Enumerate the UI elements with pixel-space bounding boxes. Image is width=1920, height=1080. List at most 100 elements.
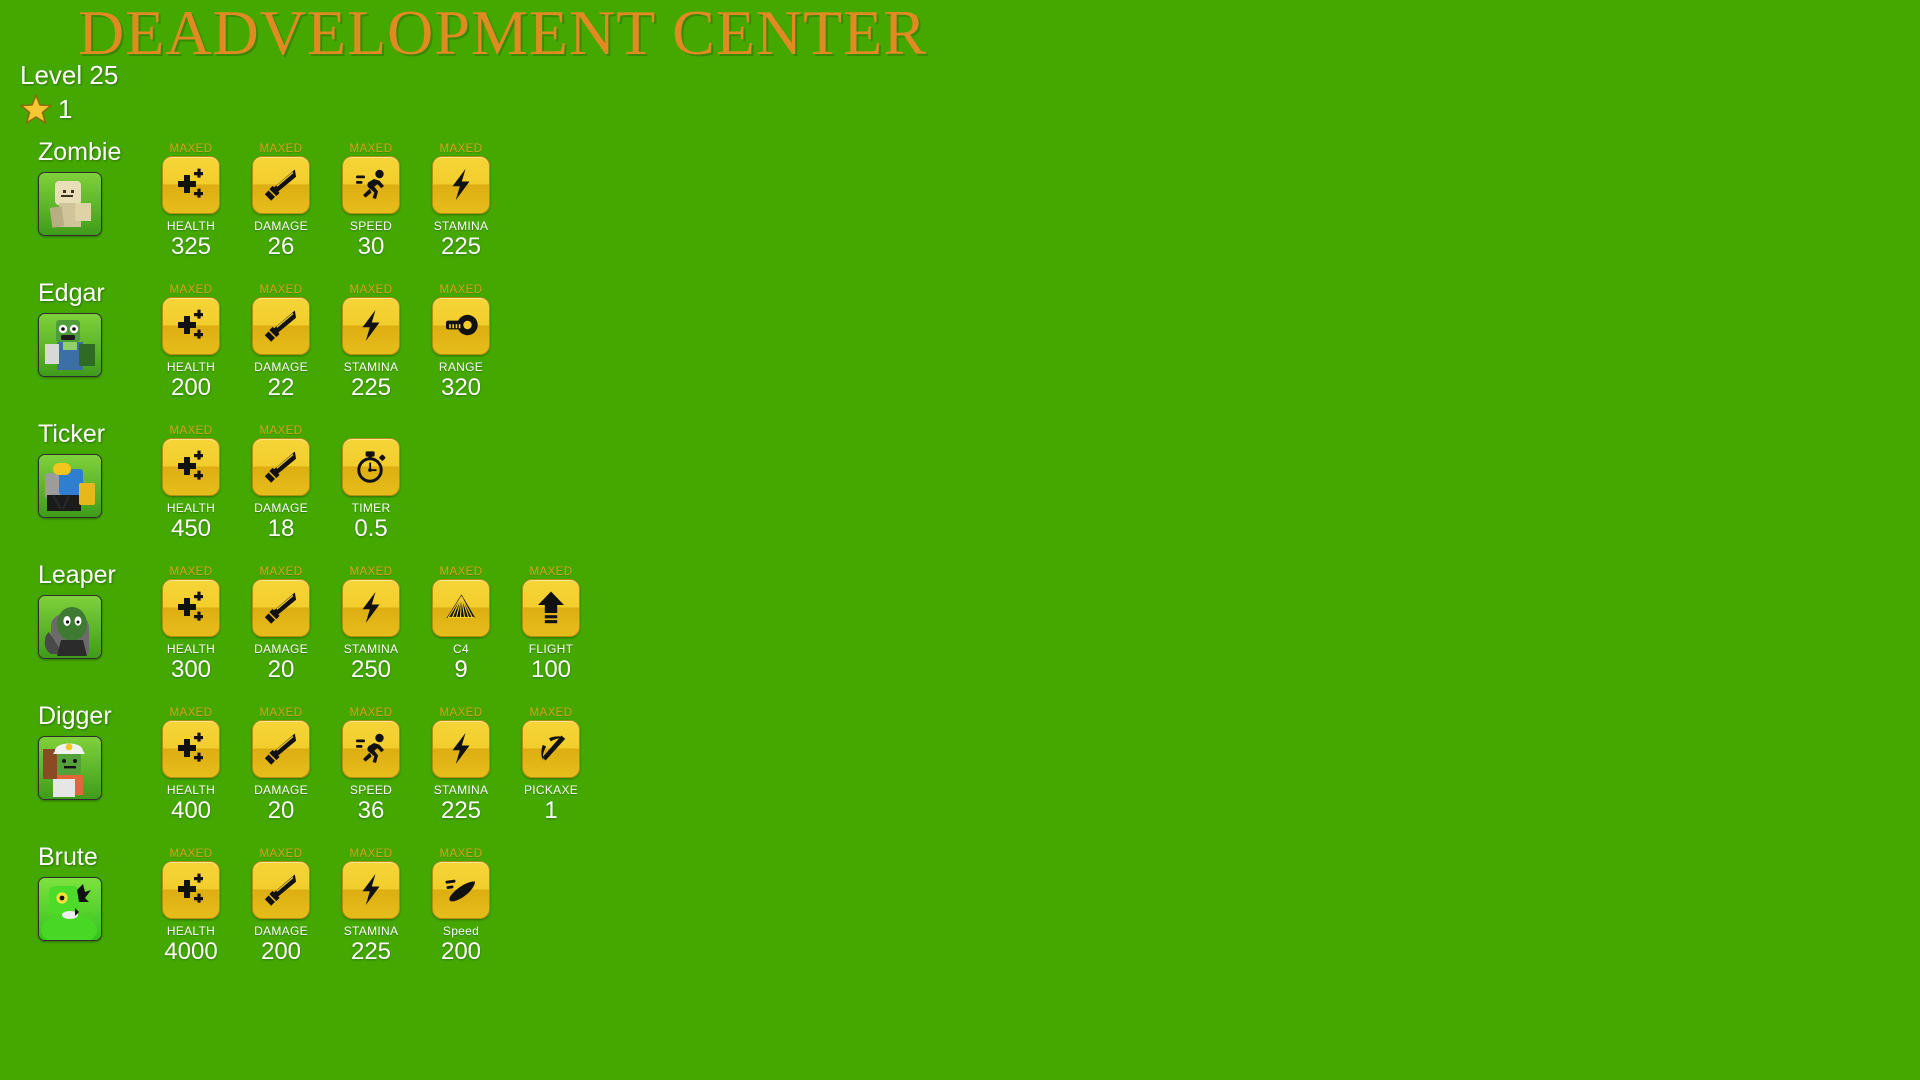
sword-icon (262, 307, 300, 345)
character-name: Brute (38, 843, 98, 871)
stat-upgrade-button[interactable] (252, 720, 310, 778)
leaper-avatar[interactable] (38, 595, 102, 659)
stat-value: 100 (530, 656, 572, 683)
stat-upgrade-button[interactable] (162, 297, 220, 355)
character-row: Ticker MAXED HEALTH 450 MAXED DAMAGE 18 … (0, 422, 1920, 563)
stat-label: SPEED (349, 219, 393, 233)
stat-speed: MAXED SPEED 30 (326, 142, 416, 259)
stat-upgrade-button[interactable] (522, 720, 580, 778)
stat-upgrade-button[interactable] (432, 579, 490, 637)
character-name: Zombie (38, 138, 122, 166)
stat-health: MAXED HEALTH 400 (146, 706, 236, 823)
star-icon (20, 93, 52, 125)
character-name: Edgar (38, 279, 105, 307)
stat-label: DAMAGE (254, 219, 308, 233)
stat-value: 225 (350, 374, 392, 401)
stat-value: 200 (440, 938, 482, 965)
stat-upgrade-button[interactable] (162, 438, 220, 496)
sword-icon (262, 871, 300, 909)
dash-icon (442, 871, 480, 909)
stat-upgrade-button[interactable] (342, 579, 400, 637)
stat-upgrade-button[interactable] (162, 720, 220, 778)
maxed-badge: MAXED (259, 707, 303, 719)
maxed-badge: MAXED (259, 143, 303, 155)
stat-upgrade-button[interactable] (162, 156, 220, 214)
stat-damage: MAXED DAMAGE 22 (236, 283, 326, 400)
maxed-badge: MAXED (349, 143, 393, 155)
stat-upgrade-button[interactable] (342, 861, 400, 919)
stat-label: HEALTH (166, 642, 216, 656)
stat-value: 200 (260, 938, 302, 965)
digger-avatar[interactable] (38, 736, 102, 800)
character-name: Ticker (38, 420, 106, 448)
stat-value: 18 (267, 515, 295, 542)
stat-upgrade-button[interactable] (522, 579, 580, 637)
stat-stamina: MAXED STAMINA 225 (326, 847, 416, 964)
stat-upgrade-button[interactable] (432, 720, 490, 778)
stat-value: 20 (267, 797, 295, 824)
stat-label: HEALTH (166, 501, 216, 515)
stat-upgrade-button[interactable] (432, 297, 490, 355)
explosion-icon (442, 589, 480, 627)
maxed-badge: MAXED (169, 143, 213, 155)
maxed-badge: MAXED (529, 707, 573, 719)
stat-damage: MAXED DAMAGE 200 (236, 847, 326, 964)
tape-measure-icon (442, 307, 480, 345)
pickaxe-icon (532, 730, 570, 768)
stat-list: MAXED HEALTH 325 MAXED DAMAGE 26 MAXED S… (146, 142, 506, 259)
character-zombie[interactable]: Zombie (38, 140, 148, 236)
stat-list: MAXED HEALTH 200 MAXED DAMAGE 22 MAXED STAMI… (146, 283, 506, 400)
stat-upgrade-button[interactable] (162, 579, 220, 637)
character-edgar[interactable]: Edgar (38, 281, 148, 377)
stat-health: MAXED HEALTH 450 (146, 424, 236, 541)
stat-label: DAMAGE (254, 501, 308, 515)
stat-upgrade-button[interactable] (252, 861, 310, 919)
stat-damage: MAXED DAMAGE 20 (236, 565, 326, 682)
health-icon (172, 307, 210, 345)
stat-upgrade-button[interactable] (342, 156, 400, 214)
brute-avatar[interactable] (38, 877, 102, 941)
stat-upgrade-button[interactable] (342, 438, 400, 496)
sword-icon (262, 589, 300, 627)
maxed-badge: MAXED (349, 566, 393, 578)
stat-label: DAMAGE (254, 642, 308, 656)
stat-upgrade-button[interactable] (342, 720, 400, 778)
character-leaper[interactable]: Leaper (38, 563, 148, 659)
stat-value: 250 (350, 656, 392, 683)
character-row: Zombie MAXED HEALTH 325 MAXED DAMAGE 26 … (0, 140, 1920, 281)
character-ticker[interactable]: Ticker (38, 422, 148, 518)
edgar-avatar[interactable] (38, 313, 102, 377)
stat-flight: MAXED FLIGHT 100 (506, 565, 596, 682)
stat-upgrade-button[interactable] (432, 861, 490, 919)
stat-value: 200 (170, 374, 212, 401)
maxed-badge: MAXED (439, 566, 483, 578)
sword-icon (262, 730, 300, 768)
stat-upgrade-button[interactable] (342, 297, 400, 355)
stat-health: MAXED HEALTH 4000 (146, 847, 236, 964)
stat-upgrade-button[interactable] (162, 861, 220, 919)
stat-upgrade-button[interactable] (252, 438, 310, 496)
stat-label: HEALTH (166, 924, 216, 938)
stat-upgrade-button[interactable] (432, 156, 490, 214)
stat-upgrade-button[interactable] (252, 156, 310, 214)
stat-upgrade-button[interactable] (252, 297, 310, 355)
stat-damage: MAXED DAMAGE 18 (236, 424, 326, 541)
stat-upgrade-button[interactable] (252, 579, 310, 637)
character-brute[interactable]: Brute (38, 845, 148, 941)
stat-speed: MAXED Speed 200 (416, 847, 506, 964)
maxed-badge: MAXED (439, 143, 483, 155)
ticker-avatar[interactable] (38, 454, 102, 518)
stat-value: 30 (357, 233, 385, 260)
stat-timer: MAXED TIMER0.5 (326, 424, 416, 541)
health-icon (172, 166, 210, 204)
stat-value: 225 (440, 797, 482, 824)
character-name: Leaper (38, 561, 116, 589)
zombie-avatar[interactable] (38, 172, 102, 236)
stat-value: 300 (170, 656, 212, 683)
maxed-badge: MAXED (349, 284, 393, 296)
stat-range: MAXED RANGE 320 (416, 283, 506, 400)
health-icon (172, 871, 210, 909)
runner-icon (352, 166, 390, 204)
bolt-icon (352, 589, 390, 627)
character-digger[interactable]: Digger (38, 704, 148, 800)
